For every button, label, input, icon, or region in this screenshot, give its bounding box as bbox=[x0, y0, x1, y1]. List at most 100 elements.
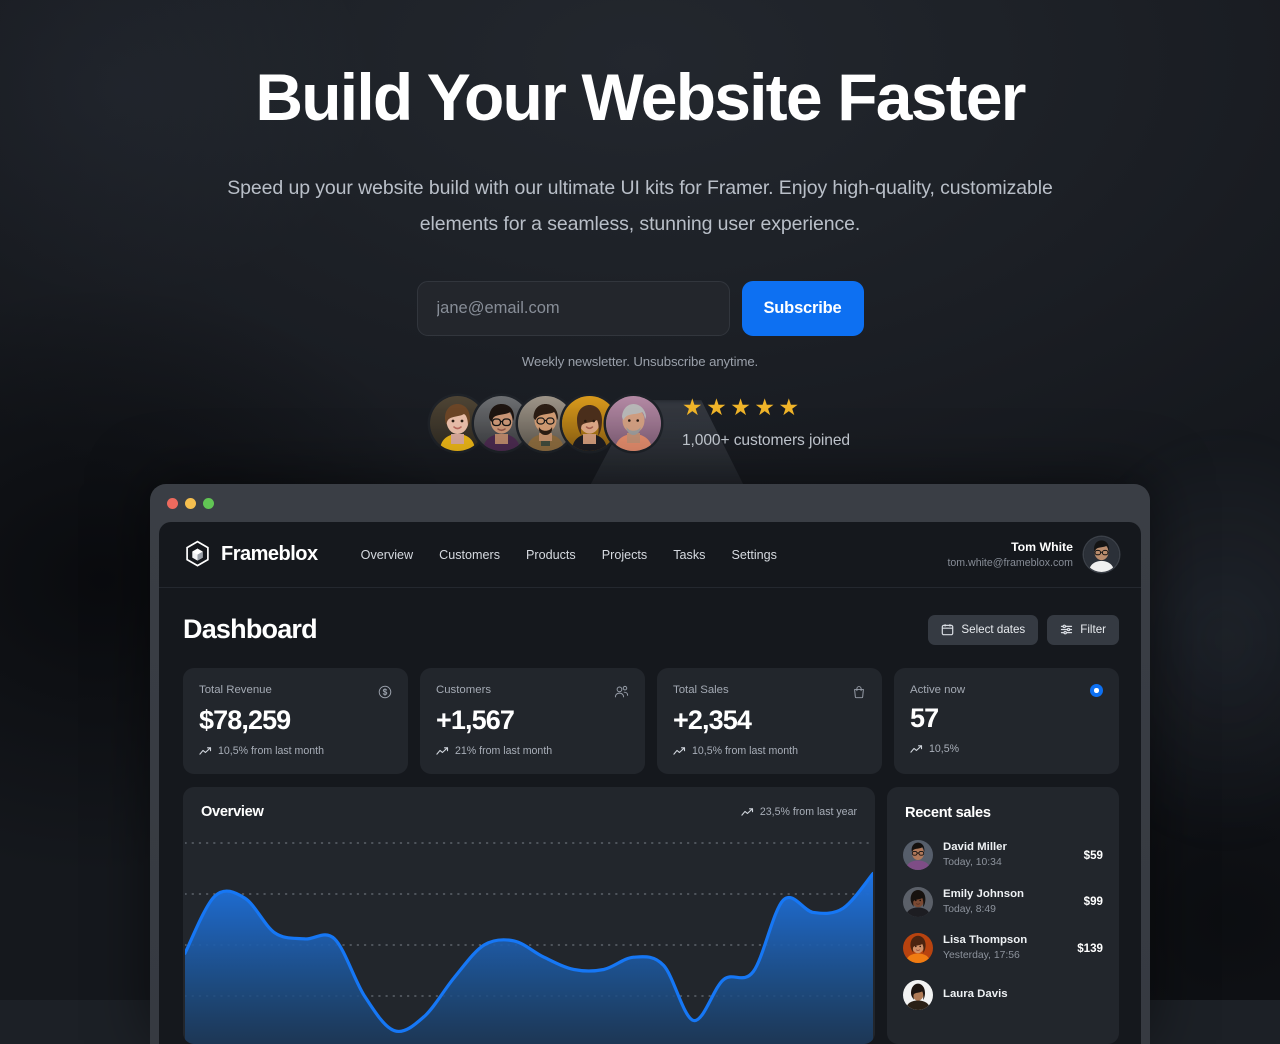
stat-delta: 10,5% from last month bbox=[199, 745, 392, 757]
sale-customer-name: David Miller bbox=[943, 841, 1007, 853]
stat-label: Total Revenue bbox=[199, 684, 272, 696]
stat-delta: 10,5% from last month bbox=[673, 745, 866, 757]
user-menu[interactable]: Tom White tom.white@frameblox.com bbox=[947, 537, 1119, 572]
stat-cards: Total Revenue $78,259 10,5% from last mo… bbox=[159, 645, 1141, 774]
stat-label: Active now bbox=[910, 684, 966, 696]
stat-delta-label: 10,5% bbox=[929, 743, 960, 755]
nav-link-overview[interactable]: Overview bbox=[361, 548, 413, 562]
stat-value: $78,259 bbox=[199, 705, 291, 735]
stat-label: Customers bbox=[436, 684, 492, 696]
hero-section: Build Your Website Faster Speed up your … bbox=[0, 0, 1280, 451]
sliders-icon bbox=[1061, 624, 1073, 635]
recent-sales-header: Recent sales bbox=[887, 787, 1119, 832]
nav-link-projects[interactable]: Projects bbox=[602, 548, 648, 562]
select-dates-label: Select dates bbox=[961, 623, 1026, 636]
window-maximize-button[interactable] bbox=[203, 497, 214, 509]
nav-link-products[interactable]: Products bbox=[526, 548, 576, 562]
overview-delta: 23,5% from last year bbox=[741, 806, 857, 818]
window-close-button[interactable] bbox=[167, 497, 178, 509]
window-minimize-button[interactable] bbox=[185, 497, 196, 509]
avatar bbox=[903, 886, 933, 917]
overview-header: Overview 23,5% from last year bbox=[183, 787, 875, 834]
sale-customer-name: Lisa Thompson bbox=[943, 934, 1028, 947]
trending-up-icon bbox=[673, 747, 686, 755]
page-title: Build Your Website Faster bbox=[255, 60, 1026, 134]
calendar-icon bbox=[942, 624, 954, 636]
trending-up-icon bbox=[199, 747, 212, 755]
sale-time: Today, 10:34 bbox=[943, 856, 1002, 868]
customer-avatar-group bbox=[429, 395, 661, 451]
subscribe-form: Subscribe bbox=[0, 280, 1280, 336]
list-item[interactable]: Lisa Thompson Yesterday, 17:56 $139 bbox=[887, 925, 1119, 972]
stat-card-total-revenue: Total Revenue $78,259 10,5% from last mo… bbox=[183, 668, 408, 774]
stat-value: +1,567 bbox=[436, 705, 515, 735]
active-status-dot-icon bbox=[1090, 684, 1103, 697]
dashboard-title: Dashboard bbox=[183, 614, 318, 644]
recent-sales-title: Recent sales bbox=[905, 805, 991, 821]
avatar bbox=[903, 979, 933, 1010]
avatar bbox=[903, 840, 933, 871]
dashboard-app: Frameblox Overview Customers Products Pr… bbox=[159, 522, 1141, 1044]
filter-button[interactable]: Filter bbox=[1047, 614, 1119, 645]
user-meta: Tom White tom.white@frameblox.com bbox=[947, 539, 1073, 570]
app-navbar: Frameblox Overview Customers Products Pr… bbox=[159, 522, 1141, 588]
rating-block: ★★★★★ 1,000+ customers joined bbox=[682, 396, 850, 450]
overview-chart-panel: Overview 23,5% from last year bbox=[183, 787, 875, 1044]
dashboard-header: Dashboard Select dates Filter bbox=[159, 588, 1141, 645]
list-item[interactable]: Laura Davis bbox=[887, 972, 1119, 1018]
dashboard-panels: Overview 23,5% from last year Recent sal… bbox=[159, 774, 1141, 1044]
newsletter-note: Weekly newsletter. Unsubscribe anytime. bbox=[521, 353, 759, 369]
nav-links: Overview Customers Products Projects Tas… bbox=[361, 548, 777, 562]
stat-delta-label: 10,5% from last month bbox=[692, 745, 798, 757]
nav-link-settings[interactable]: Settings bbox=[731, 548, 777, 562]
list-item[interactable]: David Miller Today, 10:34 $59 bbox=[887, 832, 1119, 879]
overview-delta-label: 23,5% from last year bbox=[759, 806, 857, 818]
sale-customer-name: Emily Johnson bbox=[943, 887, 1025, 900]
stat-delta-label: 21% from last month bbox=[455, 745, 553, 757]
stat-label: Total Sales bbox=[673, 684, 729, 696]
avatar bbox=[605, 395, 661, 451]
hero-subtitle: Speed up your website build with our ult… bbox=[227, 177, 1053, 235]
overview-title: Overview bbox=[201, 804, 264, 820]
sale-amount: $59 bbox=[1083, 848, 1103, 862]
user-email: tom.white@frameblox.com bbox=[947, 556, 1073, 569]
stat-delta: 10,5% bbox=[910, 743, 1103, 755]
brand-name: Frameblox bbox=[221, 543, 318, 565]
sale-amount: $99 bbox=[1083, 895, 1103, 909]
stat-card-customers: Customers +1,567 21% from last month bbox=[420, 668, 645, 774]
trending-up-icon bbox=[910, 745, 923, 753]
nav-link-customers[interactable]: Customers bbox=[439, 548, 500, 562]
browser-window-mockup: Frameblox Overview Customers Products Pr… bbox=[150, 484, 1150, 1044]
trending-up-icon bbox=[436, 747, 449, 755]
users-icon bbox=[614, 685, 629, 698]
email-input[interactable] bbox=[416, 280, 730, 336]
stat-card-total-sales: Total Sales +2,354 10,5% from last month bbox=[657, 668, 882, 774]
list-item[interactable]: Emily Johnson Today, 8:49 $99 bbox=[887, 879, 1119, 926]
stat-delta-label: 10,5% from last month bbox=[218, 745, 324, 757]
star-rating-icon: ★★★★★ bbox=[681, 394, 803, 421]
subscribe-button[interactable]: Subscribe bbox=[741, 280, 864, 336]
recent-sales-panel: Recent sales David Miller Today, 10:34 $… bbox=[887, 787, 1119, 1044]
customers-joined-label: 1,000+ customers joined bbox=[681, 432, 851, 450]
stat-value: +2,354 bbox=[673, 705, 752, 735]
avatar[interactable] bbox=[1084, 537, 1119, 572]
brand-logo[interactable]: Frameblox bbox=[183, 540, 318, 569]
stat-value: 57 bbox=[910, 703, 939, 733]
avatar bbox=[903, 933, 933, 964]
sale-amount: $139 bbox=[1077, 941, 1103, 955]
nav-link-tasks[interactable]: Tasks bbox=[673, 548, 705, 562]
dashboard-actions: Select dates Filter bbox=[928, 614, 1119, 645]
dollar-circle-icon bbox=[378, 685, 392, 699]
overview-area-chart bbox=[183, 834, 875, 1044]
stat-delta: 21% from last month bbox=[436, 745, 629, 757]
filter-label: Filter bbox=[1080, 623, 1106, 636]
window-titlebar bbox=[150, 484, 1150, 522]
select-dates-button[interactable]: Select dates bbox=[928, 614, 1039, 645]
user-name: Tom White bbox=[1011, 540, 1073, 555]
chart-area-fill bbox=[185, 873, 873, 1044]
trending-up-icon bbox=[741, 808, 753, 816]
hexagon-cube-logo-icon bbox=[186, 540, 209, 567]
sale-time: Today, 8:49 bbox=[943, 903, 996, 915]
stat-card-active-now: Active now 57 10,5% bbox=[894, 668, 1119, 774]
sale-time: Yesterday, 17:56 bbox=[943, 950, 1020, 962]
